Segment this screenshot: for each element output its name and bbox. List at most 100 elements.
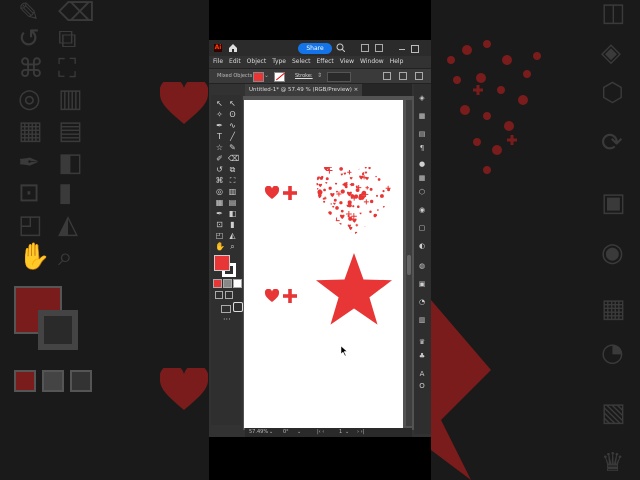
stroke-weight-field[interactable] — [327, 72, 351, 82]
menu-icon[interactable] — [415, 72, 423, 80]
stroke-stepper[interactable]: ⇕ — [317, 72, 323, 80]
color-mode-button[interactable] — [213, 279, 222, 288]
eraser-tool-icon[interactable]: ⌫ — [228, 154, 239, 163]
shape-builder-tool-icon[interactable]: ◎ — [215, 187, 224, 196]
menu-type[interactable]: Type — [269, 56, 289, 67]
share-button[interactable]: Share — [298, 43, 332, 54]
stroke-label[interactable]: Stroke: — [295, 73, 313, 79]
club-icon[interactable]: ♣ — [418, 352, 426, 360]
rotate-tool-icon[interactable]: ↺ — [215, 165, 224, 174]
draw-inside-icon[interactable] — [225, 291, 233, 299]
chevron-down-icon[interactable]: ⌄ — [269, 428, 273, 437]
pen-tool-icon[interactable]: ✒ — [215, 121, 224, 130]
gradient-tool-icon[interactable]: ▤ — [228, 198, 237, 207]
libraries-icon[interactable]: ▦ — [418, 112, 426, 120]
heart-plus-group-bottom[interactable] — [264, 289, 300, 303]
properties-icon[interactable]: ▤ — [418, 130, 426, 138]
character-icon[interactable]: A — [418, 370, 426, 378]
scrollbar-thumb[interactable] — [407, 255, 411, 275]
menu-select[interactable]: Select — [289, 56, 314, 67]
free-transform-tool-icon[interactable]: ⛶ — [228, 176, 237, 185]
document-tab[interactable]: Untitled-1* @ 57.49 % (RGB/Preview) × — [245, 84, 363, 96]
canvas-area[interactable] — [243, 96, 414, 430]
gradient-mode-button[interactable] — [223, 279, 232, 288]
color-icon[interactable]: ● — [418, 160, 426, 168]
layers-icon[interactable]: ◈ — [418, 94, 426, 102]
image-trace-icon[interactable]: ▣ — [418, 280, 426, 288]
fill-color-swatch[interactable] — [253, 72, 264, 82]
fill-swatch[interactable] — [214, 255, 230, 271]
rotation-value[interactable]: 0° — [283, 428, 289, 437]
type-tool-icon[interactable]: T — [215, 132, 224, 141]
search-icon[interactable] — [336, 43, 345, 52]
maximize-icon[interactable] — [411, 45, 419, 53]
menu-window[interactable]: Window — [357, 56, 387, 67]
graph-tool-icon[interactable]: ▮ — [228, 220, 237, 229]
transparency-icon[interactable]: ◔ — [418, 298, 426, 306]
panels-icon[interactable] — [375, 44, 383, 52]
magic-wand-tool-icon[interactable]: ✧ — [215, 110, 224, 119]
zoom-tool-icon[interactable]: ⌕ — [228, 242, 237, 251]
line-tool-icon[interactable]: ╱ — [228, 132, 237, 141]
chevron-down-icon[interactable]: ⌄ — [264, 72, 269, 79]
paintbrush-tool-icon[interactable]: ✎ — [228, 143, 237, 152]
menu-view[interactable]: View — [337, 56, 357, 67]
paragraph-icon[interactable]: ¶ — [418, 144, 426, 152]
stroke-color-swatch[interactable] — [274, 72, 286, 82]
menu-help[interactable]: Help — [387, 56, 407, 67]
appearance-icon[interactable]: ▢ — [418, 224, 426, 232]
chevron-down-icon[interactable]: ⌄ — [297, 428, 301, 437]
opentype-icon[interactable]: O — [418, 382, 426, 390]
graphic-styles-icon[interactable]: ◐ — [418, 242, 426, 250]
brushes-icon[interactable]: ◍ — [418, 262, 426, 270]
gradient-icon[interactable]: ▥ — [418, 316, 426, 324]
home-icon[interactable] — [228, 43, 238, 53]
artboard-number[interactable]: 1 — [339, 428, 342, 437]
lasso-tool-icon[interactable]: ʘ — [228, 110, 237, 119]
menu-edit[interactable]: Edit — [226, 56, 244, 67]
puppet-icon[interactable]: ♛ — [418, 338, 426, 346]
vertical-scrollbar[interactable] — [406, 100, 412, 426]
hand-tool-icon[interactable]: ✋ — [215, 242, 225, 251]
star-shape[interactable] — [314, 252, 394, 328]
warp-tool-icon[interactable]: ⌘ — [215, 176, 224, 185]
more-tools-icon[interactable]: ··· — [223, 316, 231, 324]
menu-object[interactable]: Object — [244, 56, 270, 67]
artboard-nav-prev[interactable]: |‹ ‹ — [317, 428, 324, 437]
screen-record-icon[interactable] — [233, 302, 243, 312]
slice-tool-icon[interactable]: ◭ — [228, 231, 237, 240]
artboard-nav-next[interactable]: › ›| — [357, 428, 364, 437]
artboard[interactable] — [244, 100, 403, 428]
align-icon[interactable] — [383, 72, 391, 80]
blend-tool-icon[interactable]: ◧ — [228, 209, 237, 218]
artboard-tool-icon[interactable]: ◰ — [215, 231, 224, 240]
curvature-tool-icon[interactable]: ∿ — [228, 121, 237, 130]
menu-file[interactable]: File — [209, 56, 226, 67]
shaper-tool-icon[interactable]: ✐ — [215, 154, 224, 163]
symbols-icon[interactable]: ◉ — [418, 206, 426, 214]
direct-selection-tool-icon[interactable]: ↖ — [228, 99, 237, 108]
pattern-heart[interactable] — [316, 167, 392, 237]
zoom-level[interactable]: 57.49% — [249, 428, 268, 437]
pattern-element — [317, 189, 323, 194]
3d-icon[interactable]: ⬡ — [418, 188, 426, 196]
eyedropper-tool-icon[interactable]: ✒ — [215, 209, 224, 218]
draw-mode-icon[interactable] — [215, 291, 223, 299]
scale-tool-icon[interactable]: ⧉ — [228, 165, 237, 174]
transform-icon[interactable] — [399, 72, 407, 80]
none-mode-button[interactable] — [233, 279, 242, 288]
arrange-icon[interactable] — [361, 44, 369, 52]
chevron-down-icon[interactable]: ⌄ — [345, 428, 349, 437]
swatches-icon[interactable]: ▦ — [418, 174, 426, 182]
symbol-sprayer-tool-icon[interactable]: ⊡ — [215, 220, 224, 229]
pattern-element — [377, 234, 381, 236]
perspective-grid-tool-icon[interactable]: ▥ — [228, 187, 237, 196]
star-tool-icon[interactable]: ☆ — [215, 143, 224, 152]
selection-tool-icon[interactable]: ↖ — [215, 99, 224, 108]
close-icon[interactable]: × — [354, 87, 359, 93]
menu-effect[interactable]: Effect — [314, 56, 337, 67]
mesh-tool-icon[interactable]: ▦ — [215, 198, 224, 207]
heart-plus-group-top[interactable] — [264, 186, 300, 200]
screen-mode-icon[interactable] — [221, 305, 231, 313]
minimize-icon[interactable] — [399, 49, 405, 50]
